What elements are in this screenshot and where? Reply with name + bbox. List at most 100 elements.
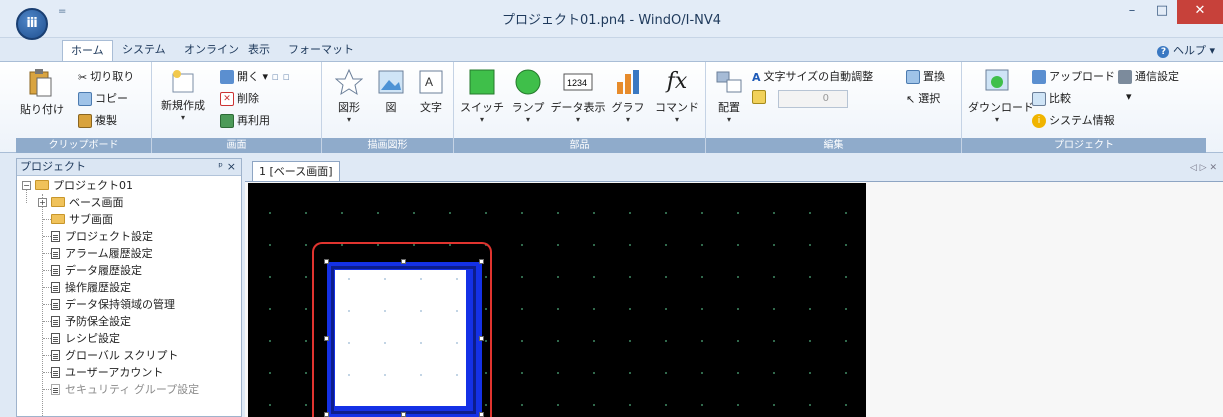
- shape-button[interactable]: 図形 ▾: [332, 68, 366, 124]
- delete-label: 削除: [237, 92, 259, 105]
- graph-button[interactable]: グラフ ▾: [608, 68, 648, 124]
- resize-handle[interactable]: [324, 336, 329, 341]
- editor-area: [245, 181, 1223, 417]
- text-icon: A: [419, 70, 443, 94]
- tree-item-alarm-history[interactable]: アラーム履歴設定: [51, 245, 153, 262]
- tree-item-global-script[interactable]: グローバル スクリプト: [51, 347, 178, 364]
- cut-label: 切り取り: [90, 70, 135, 83]
- folder-icon: [51, 214, 65, 224]
- resize-handle[interactable]: [479, 412, 484, 417]
- replace-button[interactable]: 置換: [906, 68, 945, 84]
- copy-button[interactable]: コピー: [78, 90, 128, 106]
- arrange-button[interactable]: 配置 ▾: [712, 68, 746, 124]
- tab-online[interactable]: オンライン: [176, 40, 247, 62]
- upload-button[interactable]: アップロード ▾: [1032, 68, 1124, 84]
- pin-icon[interactable]: ᵖ: [218, 159, 223, 175]
- tree-item-data-history[interactable]: データ履歴設定: [51, 262, 142, 279]
- resize-handle[interactable]: [401, 412, 406, 417]
- info-icon: i: [1032, 114, 1046, 128]
- arrange-icon: [716, 71, 742, 93]
- dropdown-arrow-icon: ▾: [346, 115, 351, 124]
- paste-button[interactable]: 貼り付け: [20, 68, 64, 117]
- copy-icon: [78, 92, 92, 106]
- function-icon: fx: [666, 69, 688, 94]
- switch-button[interactable]: スイッチ ▾: [460, 68, 504, 124]
- application-menu-button[interactable]: ⅲ: [16, 8, 48, 40]
- duplicate-label: 複製: [95, 114, 117, 127]
- switch-label: スイッチ: [460, 101, 504, 114]
- collapse-toggle[interactable]: −: [22, 181, 31, 190]
- open-screen-button[interactable]: 開く ▾ ▫ ▫: [220, 68, 290, 84]
- communication-icon: [1118, 70, 1132, 84]
- new-screen-button[interactable]: 新規作成 ▾: [156, 68, 210, 122]
- command-label: コマンド: [655, 101, 699, 114]
- tab-system[interactable]: システム: [114, 40, 174, 62]
- document-icon: [51, 316, 60, 327]
- minimize-button[interactable]: –: [1117, 0, 1147, 24]
- tree-item-sub-screen[interactable]: サブ画面: [51, 211, 113, 228]
- tree-item-operation-history[interactable]: 操作履歴設定: [51, 279, 131, 296]
- screen-canvas[interactable]: [248, 183, 866, 417]
- auto-font-size-button[interactable]: A 文字サイズの自動調整: [752, 68, 873, 84]
- resize-handle[interactable]: [324, 259, 329, 264]
- system-info-button[interactable]: i システム情報: [1032, 112, 1115, 128]
- resize-handle[interactable]: [324, 412, 329, 417]
- paste-icon: [29, 69, 52, 97]
- help-button[interactable]: ? ヘルプ ▾: [1157, 42, 1215, 58]
- select-button[interactable]: ↖ 選択: [906, 90, 940, 106]
- delete-screen-button[interactable]: ✕ 削除: [220, 90, 259, 106]
- size-spinner[interactable]: 0: [778, 90, 848, 108]
- text-button[interactable]: A 文字: [414, 68, 448, 115]
- tree-item-base-screen[interactable]: ベース画面: [51, 194, 123, 211]
- tree-item-security-group[interactable]: セキュリティ グループ設定: [51, 381, 199, 398]
- resize-handle[interactable]: [479, 259, 484, 264]
- dropdown-arrow-icon: ▾: [674, 115, 679, 124]
- svg-text:A: A: [425, 75, 433, 89]
- tab-base-screen[interactable]: 1 [ベース画面]: [252, 161, 340, 182]
- group-label-screen: 画面: [152, 138, 321, 153]
- document-icon: [51, 248, 60, 259]
- tab-view[interactable]: 表示: [240, 40, 278, 62]
- tree-item-project-settings[interactable]: プロジェクト設定: [51, 228, 153, 245]
- duplicate-button[interactable]: 複製: [78, 112, 117, 128]
- size-color-icon-button[interactable]: [752, 90, 769, 104]
- compare-button[interactable]: 比較: [1032, 90, 1071, 106]
- expand-toggle[interactable]: +: [38, 198, 47, 207]
- reuse-screen-button[interactable]: 再利用: [220, 112, 270, 128]
- comm-settings-label: 通信設定: [1135, 70, 1179, 83]
- tree-item-user-account[interactable]: ユーザーアカウント: [51, 364, 163, 381]
- close-panel-icon[interactable]: ×: [227, 159, 236, 175]
- project-panel-title: プロジェクト: [20, 160, 86, 173]
- title-bar: ⅲ = プロジェクト01.pn4 - WindO/I-NV4 – □ ✕: [0, 0, 1223, 40]
- command-button[interactable]: fx コマンド ▾: [654, 68, 700, 124]
- tree-root[interactable]: プロジェクト01: [35, 177, 133, 194]
- lamp-button[interactable]: ランプ ▾: [508, 68, 548, 124]
- figure-button[interactable]: 図: [374, 68, 408, 115]
- tree-item-preventive-maintenance[interactable]: 予防保全設定: [51, 313, 131, 330]
- close-button[interactable]: ✕: [1177, 0, 1223, 24]
- text-label: 文字: [420, 101, 442, 114]
- maximize-button[interactable]: □: [1147, 0, 1177, 24]
- more-dropdown[interactable]: ▾: [1126, 90, 1132, 103]
- project-panel: プロジェクト ᵖ × − プロジェクト01 + ベース画面 サブ画面 プロジェク…: [16, 158, 242, 417]
- group-label-clipboard: クリップボード: [16, 138, 151, 153]
- tree-item-recipe[interactable]: レシピ設定: [51, 330, 120, 347]
- resize-handle[interactable]: [401, 259, 406, 264]
- select-label: 選択: [918, 92, 941, 105]
- download-label: ダウンロード: [968, 101, 1034, 114]
- cut-button[interactable]: ✂ 切り取り: [78, 68, 134, 84]
- help-label: ヘルプ: [1172, 44, 1206, 57]
- tree-item-data-retention[interactable]: データ保持領域の管理: [51, 296, 175, 313]
- dropdown-arrow-icon: ▾: [994, 115, 999, 124]
- resize-handle[interactable]: [479, 336, 484, 341]
- tab-home[interactable]: ホーム: [62, 40, 113, 62]
- download-button[interactable]: ダウンロード ▾: [968, 68, 1034, 124]
- data-display-button[interactable]: 1234 データ表示 ▾: [550, 68, 606, 124]
- tab-nav-icons[interactable]: ◁ ▷ ✕: [1190, 163, 1217, 173]
- shape-label: 図形: [338, 101, 360, 114]
- bar-graph-icon: [617, 70, 639, 94]
- comm-settings-button[interactable]: 通信設定: [1118, 68, 1179, 84]
- tab-format[interactable]: フォーマット: [280, 40, 362, 62]
- switch-part[interactable]: [324, 259, 484, 417]
- pointer-icon: ↖: [906, 92, 916, 106]
